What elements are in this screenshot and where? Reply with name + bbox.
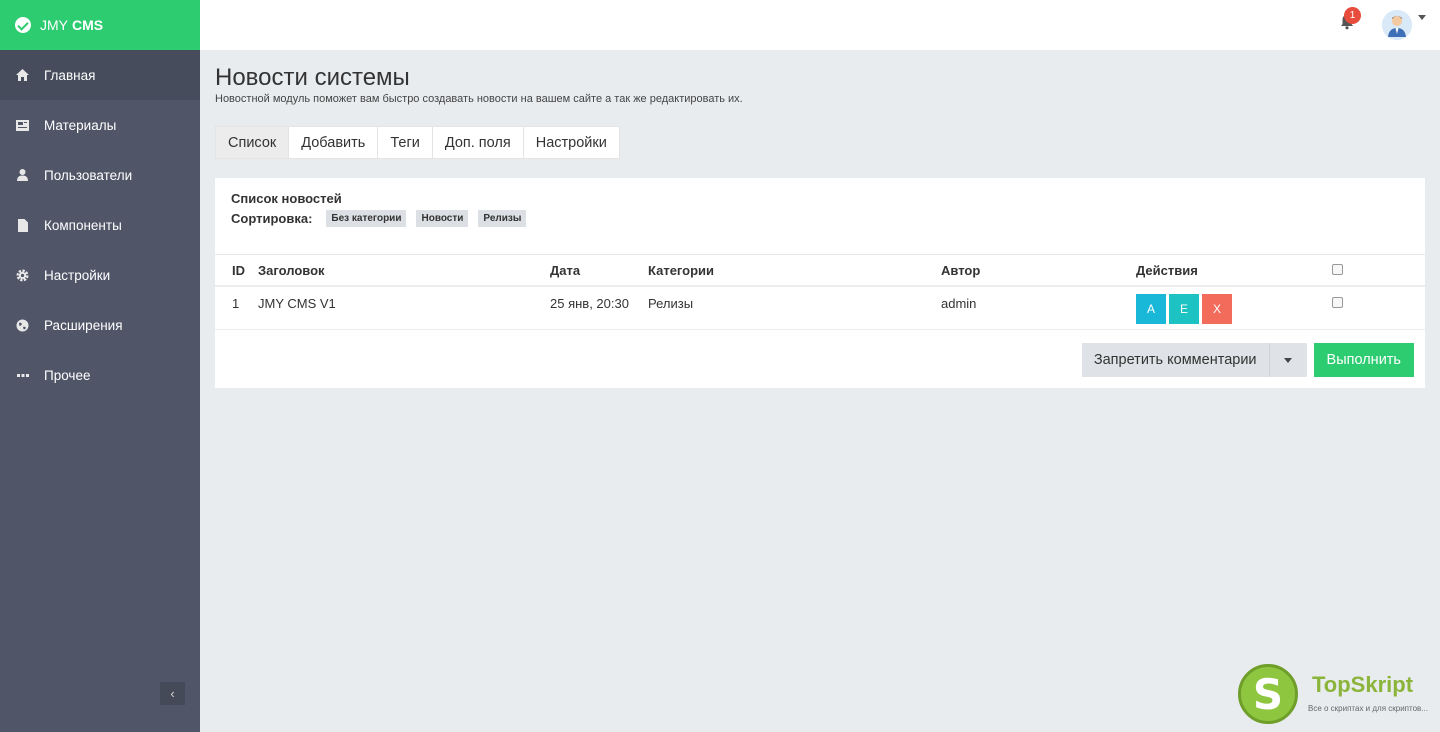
- sidebar-item-label: Прочее: [44, 367, 91, 383]
- chevron-down-icon: [1268, 343, 1307, 377]
- cell-date: 25 янв, 20:30: [550, 286, 648, 330]
- ellipsis-icon: [16, 369, 29, 382]
- edit-button[interactable]: E: [1169, 294, 1199, 324]
- col-header-select: [1332, 255, 1425, 287]
- sort-chip-news[interactable]: Новости: [416, 210, 469, 227]
- page-title: Новости системы: [215, 64, 410, 91]
- cell-category: Релизы: [648, 286, 941, 330]
- brand-logo[interactable]: JMY CMS: [0, 0, 200, 50]
- sidebar-item-other[interactable]: Прочее: [0, 350, 200, 400]
- notification-badge: 1: [1344, 7, 1361, 24]
- col-header-title: Заголовок: [258, 255, 550, 287]
- sidebar-item-materials[interactable]: Материалы: [0, 100, 200, 150]
- sort-label: Сортировка:: [231, 211, 313, 226]
- sidebar-item-label: Компоненты: [44, 217, 122, 233]
- sidebar-item-label: Материалы: [44, 117, 117, 133]
- chevron-left-icon: ‹: [170, 686, 175, 701]
- cell-id: 1: [215, 286, 258, 330]
- sort-chip-no-category[interactable]: Без категории: [326, 210, 407, 227]
- tab-settings[interactable]: Настройки: [523, 126, 620, 159]
- user-icon: [16, 169, 29, 182]
- newspaper-icon: [16, 119, 29, 132]
- col-header-date: Дата: [550, 255, 648, 287]
- news-table: ID Заголовок Дата Категории Автор Действ…: [215, 255, 1425, 330]
- sidebar-item-label: Расширения: [44, 317, 123, 333]
- activate-button[interactable]: A: [1136, 294, 1166, 324]
- panel-title: Список новостей: [231, 191, 342, 206]
- sidebar-item-label: Настройки: [44, 267, 111, 283]
- col-header-category: Категории: [648, 255, 941, 287]
- sidebar-item-extensions[interactable]: Расширения: [0, 300, 200, 350]
- sort-chip-releases[interactable]: Релизы: [478, 210, 527, 227]
- sidebar-collapse-button[interactable]: ‹: [160, 682, 185, 705]
- col-header-id: ID: [215, 255, 258, 287]
- bulk-action-select[interactable]: Запретить комментарии: [1081, 343, 1307, 377]
- news-panel: Список новостей Сортировка: Без категори…: [215, 178, 1425, 388]
- file-icon: [16, 218, 29, 232]
- sidebar-item-settings[interactable]: Настройки: [0, 250, 200, 300]
- watermark-tagline: Все о скриптах и для скриптов...: [1308, 704, 1428, 713]
- cell-actions: AEX: [1136, 286, 1332, 330]
- col-header-author: Автор: [941, 255, 1136, 287]
- col-header-actions: Действия: [1136, 255, 1332, 287]
- avatar[interactable]: [1382, 10, 1412, 40]
- user-avatar-icon: [1382, 10, 1412, 40]
- table-row: 1 JMY CMS V1 25 янв, 20:30 Релизы admin …: [215, 286, 1425, 330]
- tabs: Список Добавить Теги Доп. поля Настройки: [215, 126, 620, 159]
- notifications-button[interactable]: 1: [1340, 7, 1361, 30]
- tab-tags[interactable]: Теги: [378, 126, 433, 159]
- tab-add[interactable]: Добавить: [289, 126, 379, 159]
- chevron-down-icon[interactable]: [1418, 15, 1426, 20]
- sidebar-item-users[interactable]: Пользователи: [0, 150, 200, 200]
- tab-list[interactable]: Список: [215, 126, 290, 159]
- watermark-name: TopSkript: [1312, 672, 1414, 697]
- sidebar: JMY CMS Главная Материалы Пользователи К…: [0, 0, 200, 732]
- sidebar-item-components[interactable]: Компоненты: [0, 200, 200, 250]
- panel-header: Список новостей Сортировка: Без категори…: [215, 178, 1425, 255]
- sidebar-item-label: Пользователи: [44, 167, 133, 183]
- tab-extra-fields[interactable]: Доп. поля: [432, 126, 524, 159]
- bulk-actions: Запретить комментарии Выполнить: [1081, 343, 1414, 377]
- sidebar-item-label: Главная: [44, 67, 96, 83]
- bulk-action-selected: Запретить комментарии: [1093, 352, 1257, 368]
- table-header-row: ID Заголовок Дата Категории Автор Действ…: [215, 255, 1425, 287]
- check-circle-icon: [15, 17, 31, 33]
- select-all-checkbox[interactable]: [1332, 263, 1343, 275]
- brand-name-bold: CMS: [72, 17, 104, 33]
- cell-title: JMY CMS V1: [258, 286, 550, 330]
- home-icon: [16, 69, 29, 82]
- globe-icon: [16, 319, 29, 332]
- watermark: S TopSkript Все о скриптах и для скрипто…: [1238, 664, 1438, 728]
- sidebar-item-home[interactable]: Главная: [0, 50, 200, 100]
- topskript-logo: S: [1238, 664, 1298, 724]
- brand-name-light: JMY: [40, 17, 68, 33]
- cell-select: [1332, 286, 1425, 330]
- run-button[interactable]: Выполнить: [1313, 343, 1414, 377]
- row-checkbox[interactable]: [1332, 297, 1343, 308]
- topbar: 1: [200, 0, 1440, 50]
- delete-button[interactable]: X: [1202, 294, 1232, 324]
- sort-row: Сортировка: Без категории Новости Релизы: [231, 210, 1409, 227]
- page-description: Новостной модуль поможет вам быстро созд…: [215, 93, 743, 105]
- gear-icon: [16, 269, 29, 282]
- cell-author: admin: [941, 286, 1136, 330]
